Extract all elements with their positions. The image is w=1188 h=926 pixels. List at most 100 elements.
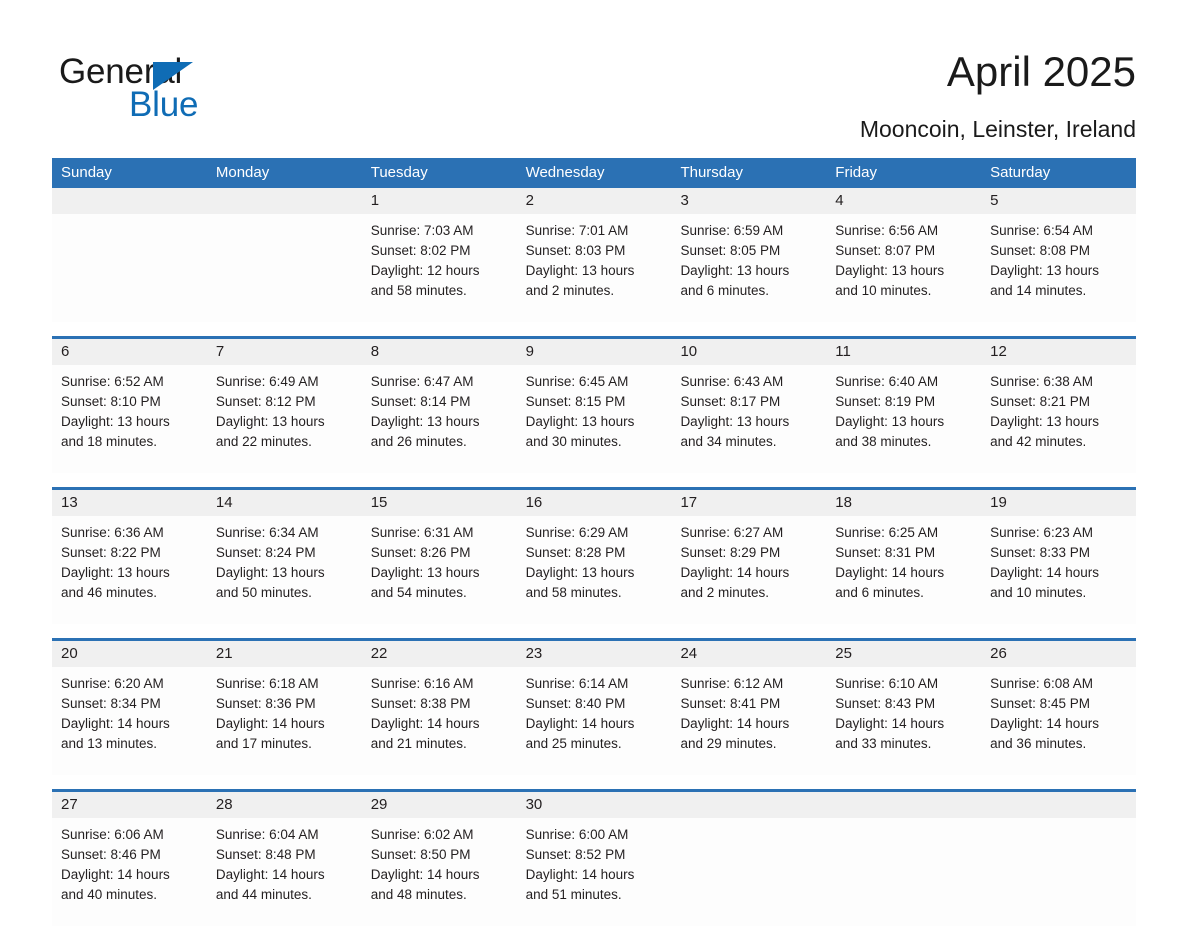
daylight-text-line1: Daylight: 13 hours [835,414,945,429]
day-number[interactable]: 15 [362,490,517,516]
day-number[interactable]: 26 [981,641,1136,667]
sunrise-text: Sunrise: 6:47 AM [370,374,474,389]
day-number[interactable]: 29 [362,792,517,818]
sunset-text: Sunset: 8:12 PM [215,394,316,409]
day-number[interactable]: 27 [52,792,207,818]
day-cell[interactable]: Sunrise: 6:12 AM Sunset: 8:41 PM Daylight:… [671,667,826,775]
day-cell[interactable]: Sunrise: 6:23 AM Sunset: 8:33 PM Daylight:… [981,516,1136,624]
day-cell[interactable]: Sunrise: 6:47 AM Sunset: 8:14 PM Daylight:… [362,365,517,473]
daylight-text-line1: Daylight: 12 hours [370,263,480,278]
day-number[interactable]: 1 [362,188,517,214]
day-cell[interactable]: Sunrise: 6:52 AM Sunset: 8:10 PM Daylight:… [52,365,207,473]
sunrise-text: Sunrise: 6:10 AM [835,676,939,691]
day-cell[interactable]: Sunrise: 6:36 AM Sunset: 8:22 PM Daylight:… [52,516,207,624]
day-cell[interactable]: Sunrise: 6:45 AM Sunset: 8:15 PM Daylight:… [517,365,672,473]
day-cell[interactable]: Sunrise: 6:18 AM Sunset: 8:36 PM Daylight:… [207,667,362,775]
daylight-text-line2: and 6 minutes. [835,585,924,600]
day-cell[interactable]: Sunrise: 6:02 AM Sunset: 8:50 PM Daylight:… [362,818,517,926]
day-cell[interactable]: Sunrise: 6:38 AM Sunset: 8:21 PM Daylight:… [981,365,1136,473]
daylight-text-line2: and 58 minutes. [525,585,622,600]
sunrise-text: Sunrise: 7:01 AM [525,223,629,238]
day-number[interactable]: 20 [52,641,207,667]
day-cell[interactable]: Sunrise: 6:29 AM Sunset: 8:28 PM Daylight:… [517,516,672,624]
day-number[interactable]: 6 [52,339,207,365]
sunset-text: Sunset: 8:43 PM [835,696,936,711]
daylight-text-line1: Daylight: 13 hours [370,565,480,580]
day-number[interactable]: 3 [671,188,826,214]
calendar-page: General Blue April 2025 Mooncoin, Leinst… [0,0,1188,926]
day-number[interactable]: 12 [981,339,1136,365]
day-number[interactable]: 24 [671,641,826,667]
sunrise-text: Sunrise: 6:27 AM [680,525,784,540]
day-number[interactable]: 22 [362,641,517,667]
sunset-text: Sunset: 8:07 PM [835,243,936,258]
day-cell[interactable]: Sunrise: 7:01 AM Sunset: 8:03 PM Daylight:… [517,214,672,322]
day-cell[interactable]: Sunrise: 6:10 AM Sunset: 8:43 PM Daylight:… [826,667,981,775]
day-number[interactable]: 8 [362,339,517,365]
sunrise-text: Sunrise: 6:59 AM [680,223,784,238]
day-number[interactable]: 21 [207,641,362,667]
weekday-monday: Monday [215,164,270,181]
day-number[interactable]: 17 [671,490,826,516]
day-cell[interactable]: Sunrise: 6:56 AM Sunset: 8:07 PM Daylight:… [826,214,981,322]
day-cell[interactable]: Sunrise: 6:00 AM Sunset: 8:52 PM Daylight:… [517,818,672,926]
sunset-text: Sunset: 8:17 PM [680,394,781,409]
page-subtitle: Mooncoin, Leinster, Ireland [859,116,1136,142]
day-cell[interactable]: Sunrise: 6:16 AM Sunset: 8:38 PM Daylight:… [362,667,517,775]
day-number[interactable]: 13 [52,490,207,516]
day-cell[interactable]: Sunrise: 6:54 AM Sunset: 8:08 PM Daylight:… [981,214,1136,322]
day-cell[interactable]: Sunrise: 6:20 AM Sunset: 8:34 PM Daylight:… [52,667,207,775]
day-number[interactable]: 16 [517,490,672,516]
sunset-text: Sunset: 8:38 PM [370,696,471,711]
day-number[interactable]: 28 [207,792,362,818]
logo-text-blue: Blue [129,85,199,124]
day-cell[interactable]: Sunrise: 6:34 AM Sunset: 8:24 PM Daylight:… [207,516,362,624]
daylight-text-line1: Daylight: 13 hours [680,414,790,429]
day-number[interactable]: 5 [981,188,1136,214]
day-cell[interactable]: Sunrise: 6:49 AM Sunset: 8:12 PM Daylight:… [207,365,362,473]
sunset-text: Sunset: 8:15 PM [525,394,626,409]
day-number[interactable]: 19 [981,490,1136,516]
sunrise-text: Sunrise: 6:25 AM [835,525,939,540]
day-number[interactable]: 11 [826,339,981,365]
day-cell[interactable]: Sunrise: 6:59 AM Sunset: 8:05 PM Daylight:… [671,214,826,322]
day-cell[interactable]: Sunrise: 6:43 AM Sunset: 8:17 PM Daylight:… [671,365,826,473]
sunrise-text: Sunrise: 6:29 AM [525,525,629,540]
day-cell[interactable]: Sunrise: 6:14 AM Sunset: 8:40 PM Daylight:… [517,667,672,775]
daylight-text-line1: Daylight: 13 hours [525,263,635,278]
week-spacer [52,473,1136,487]
day-cell[interactable]: Sunrise: 6:04 AM Sunset: 8:48 PM Daylight:… [207,818,362,926]
day-cell[interactable]: Sunrise: 6:31 AM Sunset: 8:26 PM Daylight:… [362,516,517,624]
day-number[interactable]: 25 [826,641,981,667]
day-number-row: 20 21 22 23 24 25 26 [52,641,1136,667]
day-number[interactable]: 4 [826,188,981,214]
day-number[interactable]: 10 [671,339,826,365]
day-cell[interactable]: Sunrise: 6:25 AM Sunset: 8:31 PM Daylight:… [826,516,981,624]
day-cell-empty [207,214,362,322]
day-cell[interactable]: Sunrise: 6:08 AM Sunset: 8:45 PM Daylight:… [981,667,1136,775]
weekday-tuesday: Tuesday [370,164,428,181]
day-cell[interactable]: Sunrise: 6:40 AM Sunset: 8:19 PM Daylight:… [826,365,981,473]
day-number-empty [826,792,981,818]
day-number[interactable]: 30 [517,792,672,818]
sunrise-text: Sunrise: 6:34 AM [215,525,319,540]
day-number[interactable]: 18 [826,490,981,516]
day-number[interactable]: 23 [517,641,672,667]
day-cell[interactable]: Sunrise: 6:27 AM Sunset: 8:29 PM Daylight:… [671,516,826,624]
weekday-thursday: Thursday [680,164,743,181]
day-number[interactable]: 7 [207,339,362,365]
daylight-text-line1: Daylight: 14 hours [680,565,790,580]
daylight-text-line2: and 10 minutes. [990,585,1087,600]
day-number[interactable]: 2 [517,188,672,214]
sunset-text: Sunset: 8:28 PM [525,545,626,560]
day-number-empty [207,188,362,214]
day-number[interactable]: 14 [207,490,362,516]
day-cell[interactable]: Sunrise: 6:06 AM Sunset: 8:46 PM Daylight:… [52,818,207,926]
day-cell[interactable]: Sunrise: 7:03 AM Sunset: 8:02 PM Daylight:… [362,214,517,322]
general-blue-logo[interactable]: General Blue [59,53,359,125]
sunset-text: Sunset: 8:45 PM [990,696,1090,711]
daylight-text-line2: and 13 minutes. [61,736,158,751]
day-number[interactable]: 9 [517,339,672,365]
daylight-text-line2: and 30 minutes. [525,434,622,449]
sunrise-text: Sunrise: 6:43 AM [680,374,784,389]
